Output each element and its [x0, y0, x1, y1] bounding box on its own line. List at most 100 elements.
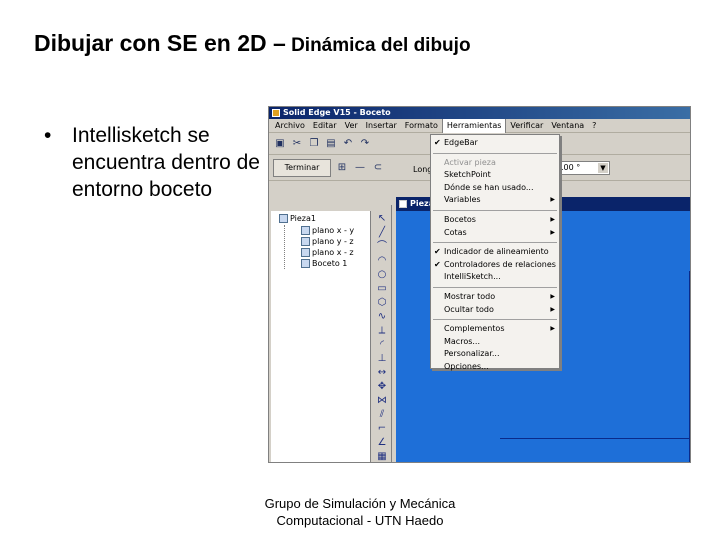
fillet-icon[interactable]: ◜ — [376, 339, 388, 351]
relation-icon[interactable]: ⊥ — [376, 353, 388, 365]
sketch-icon — [301, 259, 310, 268]
polygon-icon[interactable]: ⬡ — [376, 297, 388, 309]
offset-icon[interactable]: ⫽ — [376, 409, 388, 421]
menu-item[interactable]: Editar — [309, 119, 341, 133]
save-icon[interactable]: ▣ — [273, 137, 287, 151]
tree-root[interactable]: Pieza1 — [279, 214, 316, 223]
menu-item[interactable]: Herramientas — [441, 118, 507, 133]
line-icon[interactable]: ╱ — [376, 227, 388, 239]
menu-option-label: Mostrar todo — [444, 292, 496, 301]
angle-icon[interactable]: ∠ — [376, 437, 388, 449]
menu-option[interactable]: Opciones... — [431, 361, 559, 373]
app-title: Solid Edge V15 - Boceto — [283, 108, 391, 117]
finish-button[interactable]: Terminar — [273, 158, 331, 177]
tangent-arc-icon[interactable]: ◠ — [376, 255, 388, 267]
menu-option-label: SketchPoint — [444, 170, 491, 180]
footer-line-1: Grupo de Simulación y Mecánica — [264, 496, 456, 511]
paste-icon[interactable]: ▤ — [324, 137, 338, 151]
menu-option[interactable]: Mostrar todo ▶ — [431, 291, 559, 303]
menu-separator — [433, 319, 557, 321]
menubar: Archivo Editar Ver Insertar Formato Herramien… — [269, 118, 690, 133]
plane-icon — [301, 248, 310, 257]
menu-item[interactable]: Ver — [341, 119, 362, 133]
menu-option-label: Indicador de alineamiento — [444, 247, 549, 257]
arc-icon[interactable]: ⌒ — [376, 241, 388, 253]
submenu-arrow-icon: ▶ — [550, 196, 555, 204]
edgebar-panel: Pieza1 plano x - y plano y - z plano x - z… — [271, 211, 371, 462]
connect-icon[interactable]: ⌐ — [376, 423, 388, 435]
tree-item-label: plano y - z — [312, 237, 354, 246]
tree-item[interactable]: plano x - y — [301, 226, 354, 235]
menu-item[interactable]: Ventana — [547, 119, 588, 133]
menu-option-label: Controladores de relaciones — [444, 259, 556, 269]
tree-item[interactable]: plano x - z — [301, 248, 354, 257]
copy-icon[interactable]: ❐ — [307, 137, 321, 151]
checkmark-icon: ✔ — [434, 138, 441, 147]
bullet-point: • Intellisketch se encuentra dentro de e… — [44, 122, 264, 203]
mirror-icon[interactable]: ⋈ — [376, 395, 388, 407]
angle-field[interactable]: .00 ° ▼ — [558, 161, 610, 175]
menu-option[interactable]: Bocetos ▶ — [431, 214, 559, 226]
menu-option-label: Personalizar... — [444, 349, 500, 359]
reference-line-vertical — [689, 271, 690, 462]
undo-icon[interactable]: ↶ — [341, 137, 355, 151]
menu-item[interactable]: Formato — [401, 119, 442, 133]
menu-option-label: Macros... — [444, 336, 481, 346]
chevron-down-icon[interactable]: ▼ — [598, 163, 608, 173]
dimension-icon[interactable]: ↔ — [376, 367, 388, 379]
document-icon — [399, 200, 407, 208]
reference-line-horizontal — [500, 438, 690, 439]
select-icon[interactable]: ↖ — [376, 213, 388, 225]
menu-option-label: Cotas — [444, 227, 467, 237]
curve-icon[interactable]: ∿ — [376, 311, 388, 323]
tree-item[interactable]: plano y - z — [301, 237, 354, 246]
herramientas-menu: ✔ EdgeBar Activar pieza SketchPoint Dónde se… — [430, 134, 560, 371]
move-icon[interactable]: ✥ — [376, 381, 388, 393]
footer: Grupo de Simulación y Mecánica Computaci… — [230, 495, 490, 529]
part-icon — [279, 214, 288, 223]
line-tool-icon[interactable]: — — [353, 161, 367, 175]
menu-option-label: Activar pieza — [444, 157, 496, 167]
trim-icon[interactable]: ⟂ — [376, 325, 388, 337]
submenu-arrow-icon: ▶ — [550, 216, 555, 223]
menu-option[interactable]: Dónde se han usado... — [431, 182, 559, 194]
bullet-text: Intellisketch se encuentra dentro de ent… — [72, 124, 260, 201]
menu-option[interactable]: Macros... — [431, 336, 559, 348]
menu-option[interactable]: SketchPoint — [431, 169, 559, 181]
menu-item[interactable]: ? — [588, 119, 600, 133]
tree-item-label: Boceto 1 — [312, 259, 348, 268]
tree-item[interactable]: Boceto 1 — [301, 259, 347, 268]
submenu-arrow-icon: ▶ — [550, 325, 555, 333]
rectangle-icon[interactable]: ▭ — [376, 283, 388, 295]
menu-item[interactable]: Insertar — [362, 119, 401, 133]
menu-option[interactable]: Personalizar... — [431, 348, 559, 360]
slide-title: Dibujar con SE en 2D – Dinámica del dibu… — [34, 30, 471, 57]
solid-edge-screenshot: Solid Edge V15 - Boceto Archivo Editar Ver… — [268, 106, 691, 463]
footer-line-2: Computacional - UTN Haedo — [276, 513, 444, 528]
menu-item[interactable]: Verificar — [506, 119, 547, 133]
menu-separator — [433, 210, 557, 211]
plane-icon — [301, 237, 310, 246]
menu-option[interactable]: IntelliSketch... — [431, 271, 559, 283]
slide-title-main: Dibujar con SE en 2D – — [34, 30, 286, 56]
redo-icon[interactable]: ↷ — [358, 137, 372, 151]
menu-option[interactable]: ✔ EdgeBar — [431, 137, 559, 149]
menu-item[interactable]: Archivo — [271, 119, 309, 133]
menu-option[interactable]: Ocultar todo ▶ — [431, 304, 559, 316]
plane-icon — [301, 226, 310, 235]
menu-option[interactable]: Variables ▶ — [431, 194, 559, 206]
cut-icon[interactable]: ✂ — [290, 137, 304, 151]
menu-option[interactable]: Cotas ▶ — [431, 227, 559, 239]
arc-tool-icon[interactable]: ⊂ — [371, 161, 385, 175]
menu-option[interactable]: ✔ Controladores de relaciones — [431, 259, 559, 271]
bullet-marker: • — [44, 124, 52, 147]
menu-option[interactable]: Complementos ▶ — [431, 323, 559, 335]
menu-option[interactable]: ✔ Indicador de alineamiento — [431, 246, 559, 258]
menu-separator — [433, 287, 557, 288]
menu-option-label: EdgeBar — [444, 138, 478, 147]
tree-item-label: plano x - y — [312, 226, 355, 235]
menu-option-label: Bocetos — [444, 215, 476, 224]
grid-icon[interactable]: ⊞ — [335, 161, 349, 175]
circle-icon[interactable]: ○ — [376, 269, 388, 281]
grid-icon[interactable]: ▦ — [376, 451, 388, 462]
